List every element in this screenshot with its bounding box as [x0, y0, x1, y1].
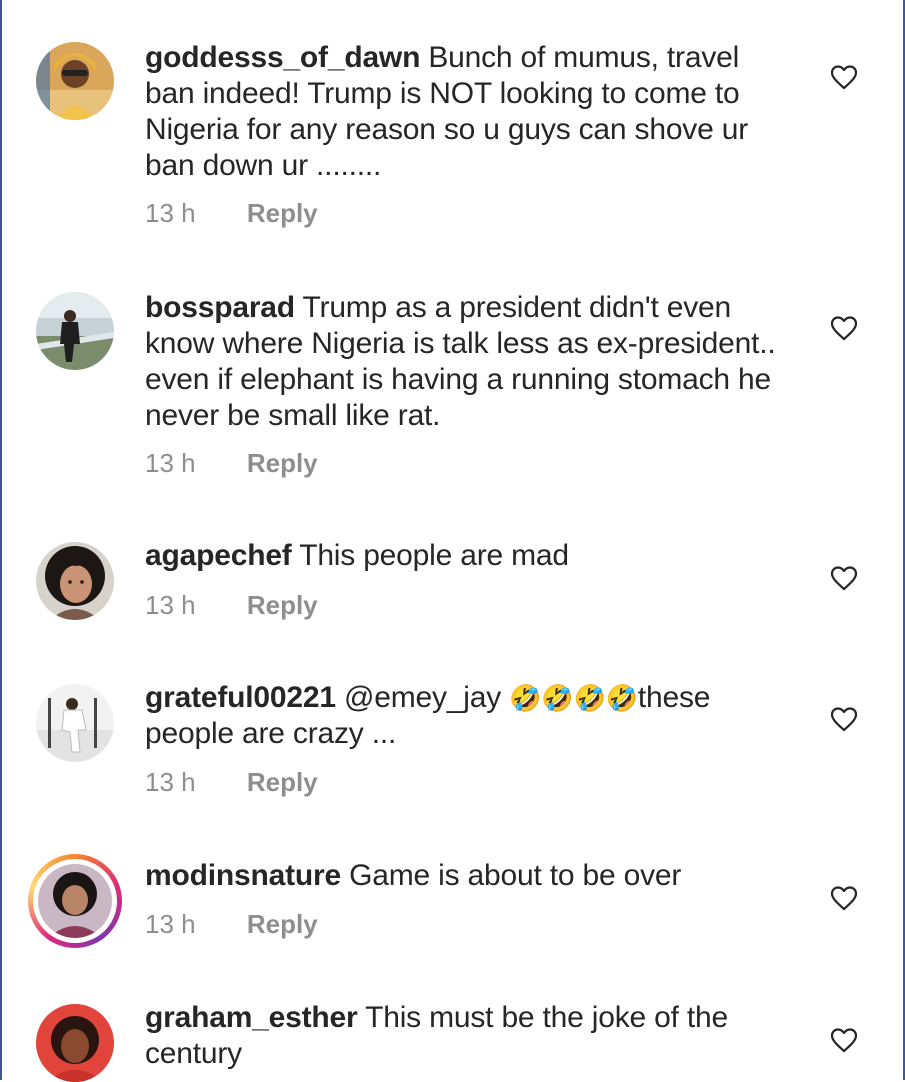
- comment-time: 13 h: [145, 767, 196, 797]
- reply-button[interactable]: Reply: [247, 198, 318, 228]
- comment-time: 13 h: [145, 198, 196, 228]
- avatar[interactable]: [36, 1004, 114, 1082]
- comment-meta: 13 h Reply: [145, 448, 318, 479]
- avatar[interactable]: [36, 684, 114, 762]
- comment-time: 13 h: [145, 590, 196, 620]
- comment-text: grateful00221 @emey_jay 🤣🤣🤣🤣these people…: [145, 680, 795, 752]
- comment-meta: 13 h Reply: [145, 909, 318, 940]
- heart-outline-icon[interactable]: [830, 885, 858, 911]
- comment-username[interactable]: goddesss_of_dawn: [145, 41, 420, 74]
- reply-button[interactable]: Reply: [247, 909, 318, 939]
- avatar[interactable]: [36, 292, 114, 370]
- comment-body: Game is about to be over: [349, 859, 682, 892]
- comment-meta: 13 h Reply: [145, 198, 318, 229]
- reply-button[interactable]: Reply: [247, 448, 318, 478]
- comment-text: bossparad Trump as a president didn't ev…: [145, 290, 795, 434]
- comment-text: goddesss_of_dawn Bunch of mumus, travel …: [145, 40, 795, 184]
- comment-meta: 13 h Reply: [145, 590, 318, 621]
- comment-body: This people are mad: [299, 539, 569, 572]
- comment-username[interactable]: agapechef: [145, 539, 292, 572]
- avatar[interactable]: [36, 542, 114, 620]
- reply-button[interactable]: Reply: [247, 590, 318, 620]
- comment-text: graham_esther This must be the joke of t…: [145, 1000, 795, 1072]
- comment-text: modinsnature Game is about to be over: [145, 858, 795, 894]
- comment-mention[interactable]: @emey_jay: [344, 681, 501, 714]
- comment-text: agapechef This people are mad: [145, 538, 795, 574]
- avatar[interactable]: [36, 42, 114, 120]
- heart-outline-icon[interactable]: [830, 565, 858, 591]
- comment-username[interactable]: modinsnature: [145, 859, 341, 892]
- heart-outline-icon[interactable]: [830, 706, 858, 732]
- comment-time: 13 h: [145, 448, 196, 478]
- comment-username[interactable]: bossparad: [145, 291, 295, 324]
- comment-username[interactable]: graham_esther: [145, 1001, 358, 1034]
- comment-username[interactable]: grateful00221: [145, 681, 336, 714]
- reply-button[interactable]: Reply: [247, 767, 318, 797]
- emoji: 🤣🤣🤣🤣: [509, 683, 638, 713]
- comment-meta: 13 h Reply: [145, 767, 318, 798]
- comment-time: 13 h: [145, 909, 196, 939]
- heart-outline-icon[interactable]: [830, 64, 858, 90]
- heart-outline-icon[interactable]: [830, 315, 858, 341]
- heart-outline-icon[interactable]: [830, 1027, 858, 1053]
- avatar-story-ring[interactable]: [28, 854, 122, 948]
